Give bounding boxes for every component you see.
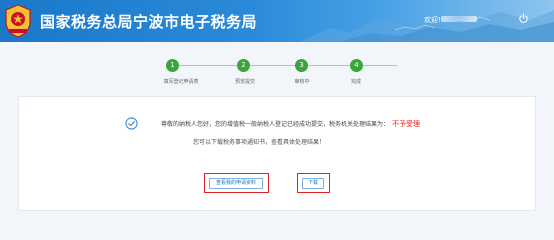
result-message: 尊敬的纳税人您好，您的增值税一般纳税人登记已经成功提交，税务机关处理结果为： 不予…: [161, 119, 420, 129]
step-3-circle: 3: [295, 59, 308, 72]
power-icon[interactable]: [518, 13, 529, 24]
result-message-text: 尊敬的纳税人您好，您的增值税一般纳税人登记已经成功提交，税务机关处理结果为：: [161, 121, 390, 128]
site-title: 国家税务总局宁波市电子税务局: [40, 13, 258, 31]
progress-steps: 1 2 3 4 填写登记申请表 预览提交 审核中 完成: [0, 58, 554, 86]
step-2-circle: 2: [237, 59, 250, 72]
result-panel: 尊敬的纳税人您好，您的增值税一般纳税人登记已经成功提交，税务机关处理结果为： 不予…: [18, 96, 536, 211]
step-connector: [172, 65, 397, 66]
step-1-label: 填写登记申请表: [163, 79, 199, 85]
site-header: 国家税务总局宁波市电子税务局 欢迎!: [0, 0, 554, 42]
check-circle-icon: [125, 117, 138, 130]
step-2-label: 预览提交: [234, 79, 256, 85]
download-button[interactable]: 下载: [302, 178, 324, 189]
view-application-button[interactable]: 查看我的申请资料: [209, 178, 263, 189]
result-status: 不予受理: [392, 120, 421, 128]
step-4-label: 完成: [350, 79, 362, 85]
step-1-circle: 1: [166, 59, 179, 72]
welcome-text: 欢迎!: [424, 16, 441, 24]
tax-emblem-icon: [5, 4, 31, 38]
download-hint: 您可以下载税务事项通知书，查看具体处理结果！: [193, 139, 326, 146]
step-3-label: 审核中: [294, 79, 310, 85]
user-name-redacted: [441, 16, 477, 22]
step-4-circle: 4: [350, 59, 363, 72]
